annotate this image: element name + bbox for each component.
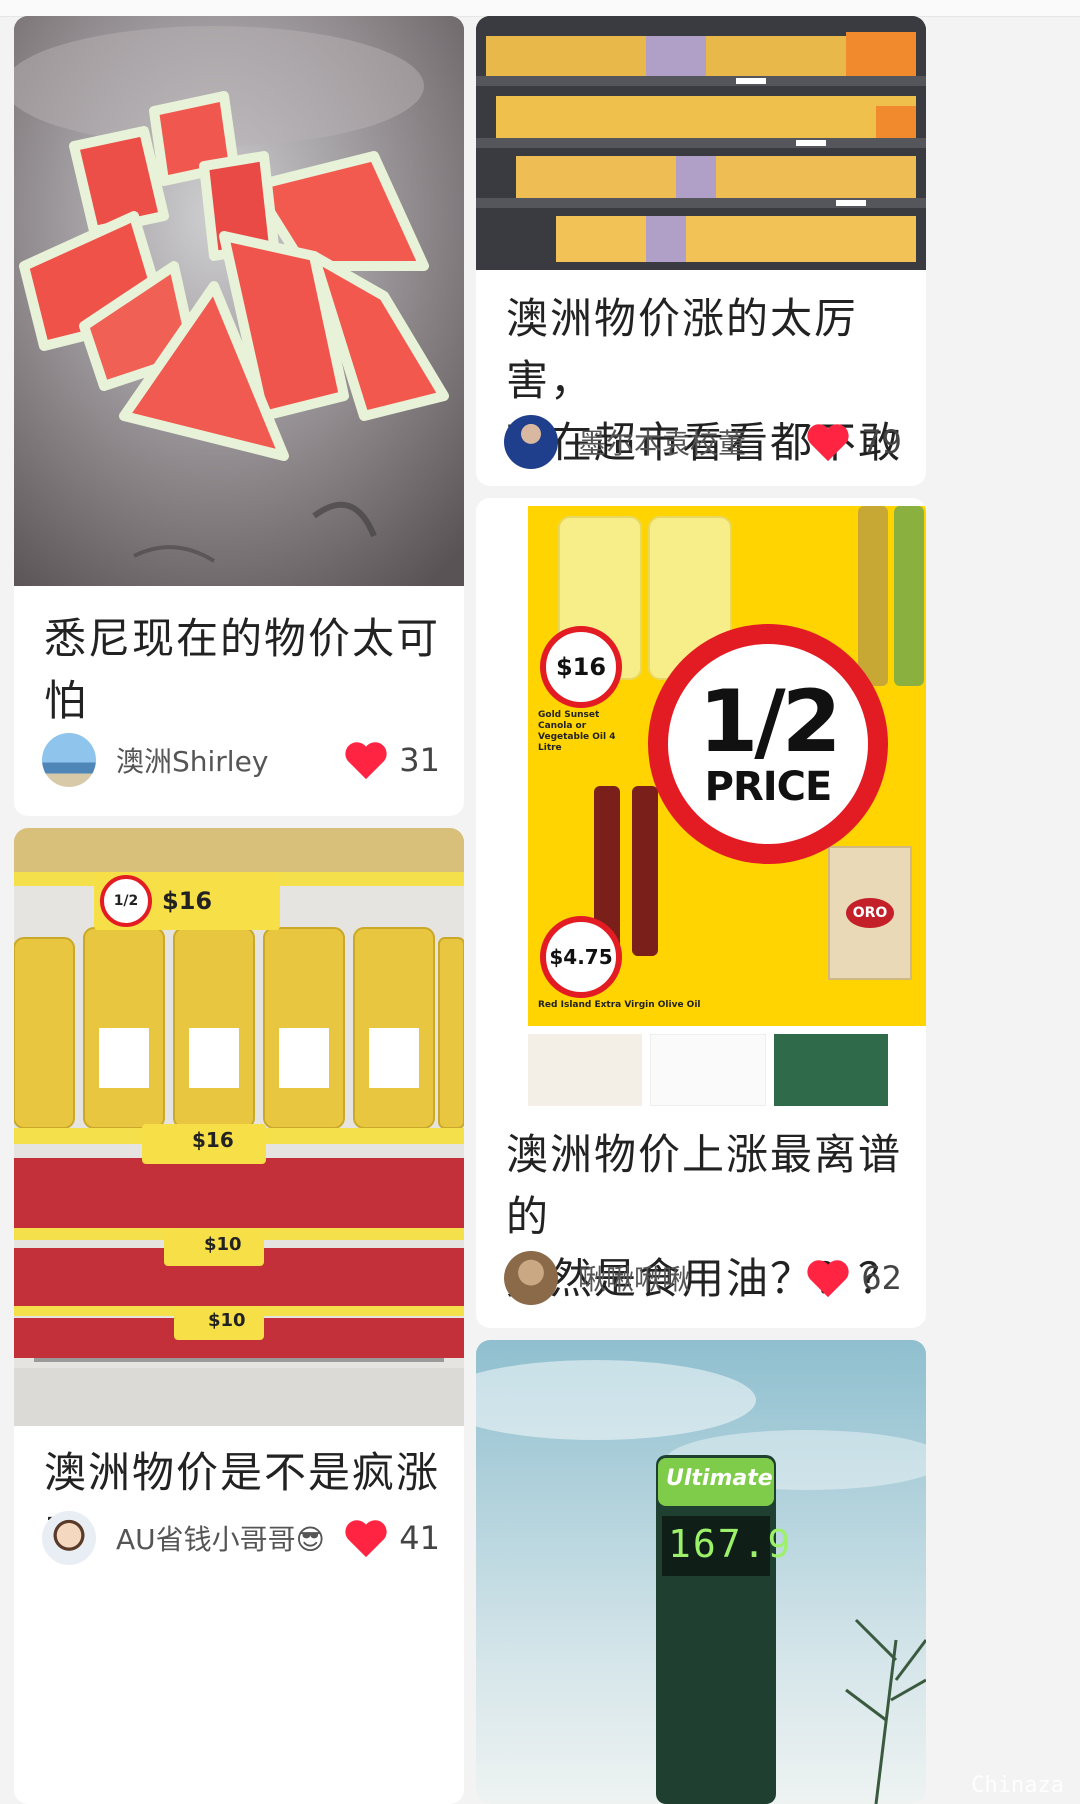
price-tag-4: $10	[174, 1306, 264, 1340]
avatar[interactable]	[504, 415, 558, 469]
post-card-1[interactable]: 悉尼现在的物价太可怕 了 澳洲Shirley 31	[14, 16, 464, 816]
oro-label: ORO	[846, 898, 894, 928]
fuel-sign-illustration	[476, 1360, 926, 1804]
juice-shelves-illustration	[476, 16, 926, 270]
watermelon-illustration	[14, 16, 464, 586]
heart-icon[interactable]	[805, 421, 851, 463]
heart-icon[interactable]	[343, 1517, 389, 1559]
like-count: 79	[861, 423, 902, 461]
thumbnail	[650, 1034, 766, 1106]
post-image-oil-shelves[interactable]: 1/2 $16 $16 $10 $10	[14, 828, 464, 1426]
price-value: $4.75	[549, 945, 613, 969]
catalogue-page: ORO $16 Gold Sunset Canola or Vegetable …	[528, 506, 926, 1026]
price-badge-475: $4.75	[540, 916, 622, 998]
post-card-5[interactable]: Ultimate 167.9	[476, 1340, 926, 1804]
author-name[interactable]: AU省钱小哥哥😎	[116, 1518, 343, 1558]
author-name[interactable]: 墨尔本袁校董	[578, 422, 805, 462]
price-tag-1: 1/2 $16	[94, 872, 280, 930]
like-count: 41	[399, 1519, 440, 1557]
price-value: $16	[162, 887, 213, 915]
post-title-line: 澳洲物价涨的太厉害，	[506, 294, 859, 405]
author-name[interactable]: 澳洲Shirley	[116, 740, 343, 780]
thumbnail	[528, 1034, 642, 1106]
heart-icon[interactable]	[805, 1257, 851, 1299]
olive-bottle	[858, 506, 888, 686]
author-row: 澳洲Shirley 31	[42, 732, 440, 788]
thumbnail	[774, 1034, 888, 1106]
coffee-box: ORO	[828, 846, 912, 980]
half-price-inner: 1/2 PRICE	[668, 644, 868, 844]
post-image-catalogue[interactable]: ORO $16 Gold Sunset Canola or Vegetable …	[476, 498, 926, 1110]
price-badge-16: $16	[540, 626, 622, 708]
product-caption: Gold Sunset Canola or Vegetable Oil 4 Li…	[538, 710, 616, 753]
price-tag-2: $16	[142, 1124, 266, 1164]
price-value: $10	[208, 1310, 246, 1331]
post-card-3[interactable]: 1/2 $16 $16 $10 $10 澳洲物价是不是疯涨了 AU省钱小哥哥😎 …	[14, 828, 464, 1804]
heart-icon[interactable]	[343, 739, 389, 781]
author-row: AU省钱小哥哥😎 41	[42, 1510, 440, 1566]
post-card-4[interactable]: ORO $16 Gold Sunset Canola or Vegetable …	[476, 498, 926, 1328]
half-price-fraction: 1/2	[698, 672, 841, 772]
avatar[interactable]	[42, 733, 96, 787]
price-value: $16	[555, 653, 607, 681]
post-image-fuel-sign[interactable]: Ultimate 167.9	[476, 1340, 926, 1804]
author-row: 墨尔本袁校董 79	[504, 414, 902, 470]
post-card-2[interactable]: 澳洲物价涨的太厉害， 现在超市看看都不敢买 墨尔本袁校董 79	[476, 16, 926, 486]
half-price-roundel: 1/2 PRICE	[648, 624, 888, 864]
avatar[interactable]	[42, 1511, 96, 1565]
price-value: $10	[204, 1234, 242, 1255]
price-value: $16	[192, 1128, 234, 1152]
author-name[interactable]: 啾啾啾啾	[578, 1258, 805, 1298]
fuel-brand: Ultimate	[666, 1466, 773, 1491]
like-count: 62	[861, 1259, 902, 1297]
half-price-badge: 1/2	[100, 875, 152, 927]
post-title-line: 悉尼现在的物价太可怕	[44, 614, 441, 725]
avatar[interactable]	[504, 1251, 558, 1305]
price-tag-3: $10	[164, 1230, 264, 1266]
like-count: 31	[399, 741, 440, 779]
catalogue-thumbnail-strip	[528, 1034, 888, 1106]
product-caption: Red Island Extra Virgin Olive Oil	[538, 1000, 701, 1010]
author-row: 啾啾啾啾 62	[504, 1250, 902, 1306]
post-image-watermelon[interactable]	[14, 16, 464, 586]
post-image-juice-shelves[interactable]	[476, 16, 926, 270]
olive-bottle	[894, 506, 924, 686]
red-bottle	[632, 786, 658, 956]
fuel-price: 167.9	[668, 1522, 793, 1566]
top-divider	[0, 0, 1080, 17]
post-title-line: 澳洲物价上涨最离谱的	[506, 1130, 903, 1241]
watermark: Chinaza	[971, 1773, 1064, 1798]
half-price-word: PRICE	[704, 764, 833, 810]
